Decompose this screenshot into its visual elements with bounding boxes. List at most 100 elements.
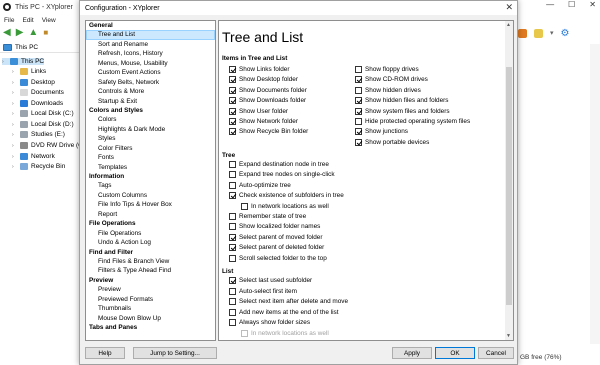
- nav-item[interactable]: File Operations: [86, 229, 215, 238]
- expand-chevron-icon[interactable]: ›: [12, 122, 17, 128]
- checkbox-checked[interactable]: [229, 76, 236, 84]
- checkbox-checked[interactable]: [229, 244, 236, 252]
- option-checkbox[interactable]: In network locations as well: [241, 330, 329, 337]
- nav-item[interactable]: Tags: [86, 181, 215, 190]
- option-checkbox[interactable]: Scroll selected folder to the top: [229, 254, 327, 262]
- option-checkbox[interactable]: Show Desktop folder: [229, 76, 298, 84]
- panel-scrollbar[interactable]: ▲ ▼: [505, 21, 513, 340]
- option-checkbox[interactable]: In network locations as well: [241, 202, 329, 210]
- checkbox-unchecked[interactable]: [229, 171, 236, 179]
- close-icon[interactable]: ✕: [589, 0, 596, 9]
- nav-item[interactable]: Color Filters: [86, 144, 215, 153]
- nav-category[interactable]: Tabs and Panes: [86, 323, 215, 332]
- checkbox-checked[interactable]: [229, 118, 236, 125]
- checkbox-checked[interactable]: [355, 128, 362, 136]
- expand-chevron-icon[interactable]: ›: [12, 69, 17, 75]
- folder-icon[interactable]: ■: [43, 28, 48, 38]
- tree-node[interactable]: › Documents: [12, 89, 64, 96]
- option-checkbox[interactable]: Expand destination node in tree: [229, 161, 329, 168]
- nav-item[interactable]: Fonts: [86, 153, 215, 162]
- option-checkbox[interactable]: Select last used subfolder: [229, 277, 312, 284]
- maximize-icon[interactable]: ☐: [568, 0, 575, 9]
- checkbox-checked[interactable]: [229, 86, 236, 94]
- option-checkbox[interactable]: Show Downloads folder: [229, 97, 306, 105]
- nav-category[interactable]: Preview: [86, 276, 215, 285]
- option-checkbox[interactable]: Select parent of moved folder: [229, 233, 322, 241]
- nav-item[interactable]: Report: [86, 210, 215, 219]
- nav-item[interactable]: Templates: [86, 163, 215, 172]
- nav-item[interactable]: Mouse Down Blow Up: [86, 314, 215, 323]
- checkbox-unchecked[interactable]: [229, 223, 236, 231]
- checkbox-unchecked[interactable]: [229, 308, 236, 316]
- checkbox-checked[interactable]: [229, 66, 236, 73]
- checkbox-checked[interactable]: [355, 97, 362, 105]
- option-checkbox[interactable]: Always show folder sizes: [229, 319, 310, 327]
- jump-to-setting-button[interactable]: Jump to Setting...: [133, 347, 217, 359]
- checkbox-unchecked[interactable]: [355, 86, 362, 94]
- toolbar-color-icon[interactable]: [518, 28, 527, 38]
- nav-category[interactable]: File Operations: [86, 219, 215, 228]
- menu-file[interactable]: File: [4, 17, 14, 24]
- expand-chevron-icon[interactable]: ›: [12, 132, 17, 138]
- option-checkbox[interactable]: Add new items at the end of the list: [229, 308, 338, 316]
- nav-category[interactable]: Information: [86, 172, 215, 181]
- expand-chevron-icon[interactable]: ›: [12, 101, 17, 107]
- checkbox-checked[interactable]: [355, 107, 362, 115]
- nav-item[interactable]: Safety Belts, Network: [86, 78, 215, 87]
- checkbox-unchecked[interactable]: [241, 330, 248, 337]
- option-checkbox[interactable]: Select next item after delete and move: [229, 298, 348, 306]
- nav-item[interactable]: Custom Event Actions: [86, 68, 215, 77]
- option-checkbox[interactable]: Show CD-ROM drives: [355, 76, 428, 84]
- nav-category[interactable]: General: [86, 21, 215, 30]
- expand-chevron-icon[interactable]: ›: [12, 80, 17, 86]
- checkbox-unchecked[interactable]: [241, 202, 248, 210]
- checkbox-unchecked[interactable]: [229, 287, 236, 295]
- option-checkbox[interactable]: Select parent of deleted folder: [229, 244, 324, 252]
- option-checkbox[interactable]: Show Links folder: [229, 66, 289, 73]
- expand-chevron-icon[interactable]: ›: [12, 154, 17, 160]
- option-checkbox[interactable]: Check existence of subfolders in tree: [229, 192, 344, 200]
- checkbox-checked[interactable]: [229, 107, 236, 115]
- nav-item[interactable]: Highlights & Dark Mode: [86, 125, 215, 134]
- expand-chevron-icon[interactable]: ›: [12, 164, 17, 170]
- menu-edit[interactable]: Edit: [22, 17, 33, 24]
- tree-node[interactable]: › Links: [12, 68, 46, 75]
- nav-item[interactable]: Sort and Rename: [86, 40, 215, 49]
- back-arrow-icon[interactable]: ◀: [3, 28, 11, 38]
- nav-category[interactable]: Find and Filter: [86, 248, 215, 257]
- tree-node[interactable]: › Local Disk (C:): [12, 110, 74, 117]
- tree-node[interactable]: › Downloads: [12, 100, 63, 107]
- option-checkbox[interactable]: Auto-select first item: [229, 287, 297, 295]
- option-checkbox[interactable]: Show hidden files and folders: [355, 97, 449, 105]
- option-checkbox[interactable]: Show Documents folder: [229, 86, 307, 94]
- scroll-down-icon[interactable]: ▼: [506, 333, 511, 339]
- option-checkbox[interactable]: Expand tree nodes on single-click: [229, 171, 335, 179]
- option-checkbox[interactable]: Show Network folder: [229, 118, 298, 125]
- checkbox-unchecked[interactable]: [229, 213, 236, 220]
- option-checkbox[interactable]: Auto-optimize tree: [229, 181, 291, 189]
- expand-chevron-icon[interactable]: ›: [12, 143, 17, 149]
- chevron-down-icon[interactable]: ▾: [550, 29, 554, 37]
- tree-node[interactable]: › Local Disk (D:): [12, 121, 74, 128]
- tree-node[interactable]: › DVD RW Drive (G:): [12, 142, 87, 149]
- option-checkbox[interactable]: Show floppy drives: [355, 66, 419, 73]
- nav-item[interactable]: Filters & Type Ahead Find: [86, 266, 215, 275]
- dialog-close-icon[interactable]: ✕: [505, 2, 513, 13]
- nav-item[interactable]: Styles: [86, 134, 215, 143]
- tree-node[interactable]: › This PC: [2, 58, 45, 65]
- option-checkbox[interactable]: Show junctions: [355, 128, 408, 136]
- option-checkbox[interactable]: Show system files and folders: [355, 107, 450, 115]
- nav-item[interactable]: Find Files & Branch View: [86, 257, 215, 266]
- checkbox-unchecked[interactable]: [229, 254, 236, 262]
- toolbar-tag-icon[interactable]: [534, 28, 543, 38]
- checkbox-checked[interactable]: [229, 277, 236, 284]
- nav-item[interactable]: Previewed Formats: [86, 295, 215, 304]
- nav-category[interactable]: Colors and Styles: [86, 106, 215, 115]
- expand-chevron-icon[interactable]: ›: [12, 90, 17, 96]
- checkbox-checked[interactable]: [229, 192, 236, 200]
- option-checkbox[interactable]: Remember state of tree: [229, 213, 306, 220]
- nav-item[interactable]: Refresh, Icons, History: [86, 49, 215, 58]
- up-arrow-icon[interactable]: ▲: [28, 28, 38, 38]
- menu-view[interactable]: View: [42, 17, 56, 24]
- checkbox-unchecked[interactable]: [229, 161, 236, 168]
